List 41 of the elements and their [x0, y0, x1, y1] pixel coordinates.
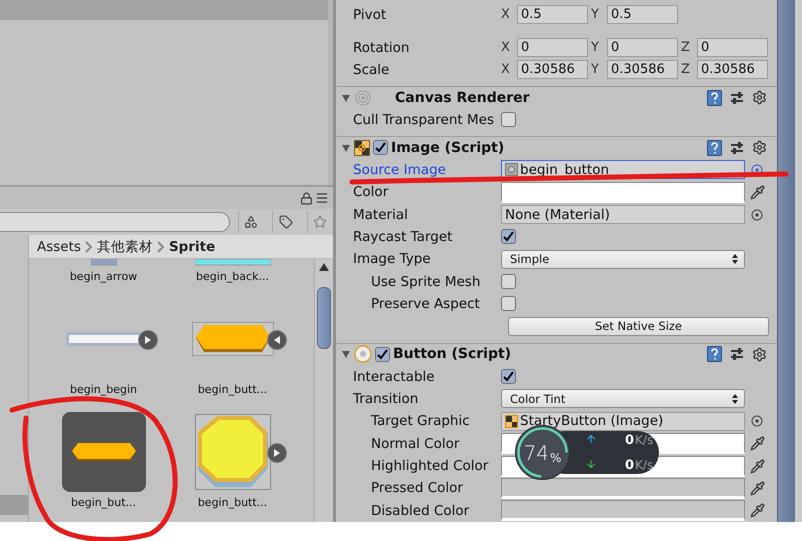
component-title: Button (Script)	[393, 346, 512, 362]
asset-name: begin_begin	[70, 383, 138, 396]
property-label: Disabled Color	[370, 502, 470, 519]
component-title: Canvas Renderer	[395, 90, 530, 106]
property-label: Transition	[352, 390, 420, 407]
speed-unit: K/s	[635, 432, 654, 446]
property-label: Interactable	[352, 368, 436, 385]
property-label: Scale	[352, 62, 390, 78]
property-label: Highlighted Color	[370, 458, 490, 474]
axis-label: X	[501, 62, 511, 78]
property-label: Normal Color	[370, 436, 460, 452]
property-label: Target Graphic	[370, 413, 471, 430]
property-label: Material	[352, 206, 409, 223]
usage-percent: 74	[524, 440, 550, 464]
property-label: Color	[352, 184, 390, 200]
axis-label: Y	[591, 62, 600, 78]
download-speed: 0	[625, 458, 634, 472]
asset-name: begin_but...	[70, 496, 136, 509]
property-label: Rotation	[352, 40, 410, 56]
property-label: Raycast Target	[352, 228, 454, 245]
speed-unit: K/s	[635, 458, 654, 472]
property-label: Source Image	[352, 162, 447, 178]
asset-name: begin_butt...	[198, 383, 268, 396]
component-title: Image (Script)	[391, 140, 504, 156]
property-label: Pressed Color	[370, 480, 464, 496]
axis-label: Z	[681, 62, 691, 78]
axis-label: X	[501, 7, 511, 22]
axis-label: Z	[681, 40, 691, 56]
property-label: Cull Transparent Mes	[352, 112, 495, 128]
asset-name: begin_back...	[196, 270, 269, 283]
upload-speed: 0	[625, 432, 634, 448]
axis-label: Y	[591, 7, 600, 22]
asset-name: begin_arrow	[70, 270, 138, 283]
axis-label: Y	[591, 40, 600, 56]
percent-sign: %	[550, 450, 562, 464]
property-label: Image Type	[352, 251, 432, 268]
property-label: Use Sprite Mesh	[370, 274, 482, 290]
axis-label: X	[501, 40, 511, 56]
property-label: Preserve Aspect	[370, 296, 481, 312]
asset-name: begin_butt...	[198, 496, 268, 509]
property-label: Pivot	[352, 6, 388, 23]
